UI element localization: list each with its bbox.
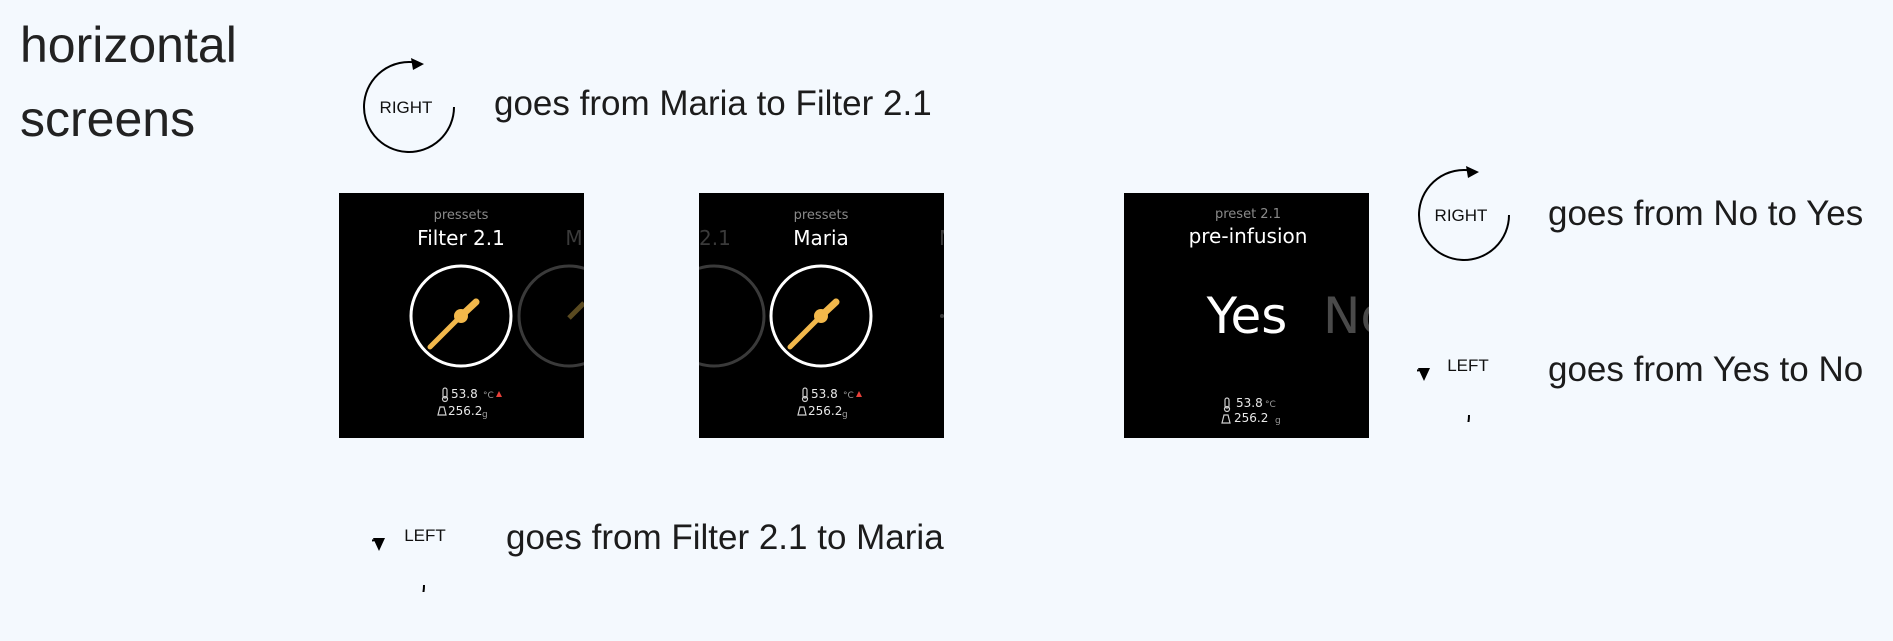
weight-unit: g bbox=[1275, 416, 1281, 426]
rotation-label: LEFT bbox=[1447, 356, 1489, 375]
dial-icon bbox=[769, 264, 873, 368]
rotate-clockwise-icon: RIGHT bbox=[363, 58, 455, 153]
thermometer-icon bbox=[801, 387, 809, 403]
weight-unit: g bbox=[842, 410, 848, 420]
rotate-counterclockwise-icon: LEFT bbox=[1417, 356, 1489, 422]
page-title: horizontal screens bbox=[20, 8, 237, 156]
peek-left-title-fragment: 2.1 bbox=[699, 226, 731, 250]
screen-subtitle: pressets bbox=[794, 208, 849, 223]
thermometer-icon bbox=[441, 387, 449, 403]
screen-subtitle: preset 2.1 bbox=[1215, 207, 1281, 222]
peek-dot-icon bbox=[940, 314, 944, 318]
device-screen-preinfusion: preset 2.1 pre-infusion Yes No 53.8 °C 2… bbox=[1124, 193, 1369, 438]
scale-weight-icon bbox=[797, 406, 807, 416]
caption-filter-to-maria: goes from Filter 2.1 to Maria bbox=[506, 518, 944, 557]
option-next: No bbox=[1323, 287, 1369, 345]
thermometer-icon bbox=[1223, 397, 1231, 413]
caption-maria-to-filter: goes from Maria to Filter 2.1 bbox=[494, 84, 932, 123]
alert-up-icon bbox=[496, 391, 502, 397]
temperature-reading: 53.8 bbox=[451, 387, 478, 401]
screen-title: Filter 2.1 bbox=[417, 226, 505, 250]
page-title-line-1: horizontal bbox=[20, 17, 237, 73]
temperature-unit: °C bbox=[483, 391, 494, 401]
screen-title: Maria bbox=[793, 226, 849, 250]
peek-right-title-fragment: M bbox=[939, 226, 944, 250]
dial-icon bbox=[409, 264, 513, 368]
weight-reading: 256.2 bbox=[1234, 411, 1268, 425]
alert-up-icon bbox=[856, 391, 862, 397]
rotate-counterclockwise-icon: LEFT bbox=[372, 526, 446, 592]
device-screen-maria: 2.1 M pressets Maria 53.8 °C 256.2 g bbox=[699, 193, 944, 438]
peek-dial-icon bbox=[517, 264, 584, 368]
peek-title-fragment: M bbox=[565, 226, 582, 250]
scale-weight-icon bbox=[1221, 414, 1231, 424]
caption-no-to-yes: goes from No to Yes bbox=[1548, 194, 1864, 233]
rotation-label: RIGHT bbox=[1435, 206, 1488, 225]
weight-reading: 256.2 bbox=[448, 404, 482, 418]
weight-reading: 256.2 bbox=[808, 404, 842, 418]
caption-yes-to-no: goes from Yes to No bbox=[1548, 350, 1864, 389]
device-screen-filter: pressets Filter 2.1 M 53.8 °C 256.2 g bbox=[339, 193, 584, 438]
temperature-reading: 53.8 bbox=[811, 387, 838, 401]
screen-subtitle: pressets bbox=[434, 208, 489, 223]
rotate-clockwise-icon: RIGHT bbox=[1418, 166, 1510, 261]
rotation-label: RIGHT bbox=[380, 98, 433, 117]
scale-weight-icon bbox=[437, 406, 447, 416]
temperature-reading: 53.8 bbox=[1236, 396, 1263, 410]
screen-title: pre-infusion bbox=[1189, 224, 1308, 248]
option-selected: Yes bbox=[1206, 287, 1288, 345]
peek-dial-icon bbox=[699, 264, 766, 368]
page-title-line-2: screens bbox=[20, 91, 196, 147]
rotation-label: LEFT bbox=[404, 526, 446, 545]
weight-unit: g bbox=[482, 410, 488, 420]
temperature-unit: °C bbox=[843, 391, 854, 401]
temperature-unit: °C bbox=[1265, 400, 1276, 410]
